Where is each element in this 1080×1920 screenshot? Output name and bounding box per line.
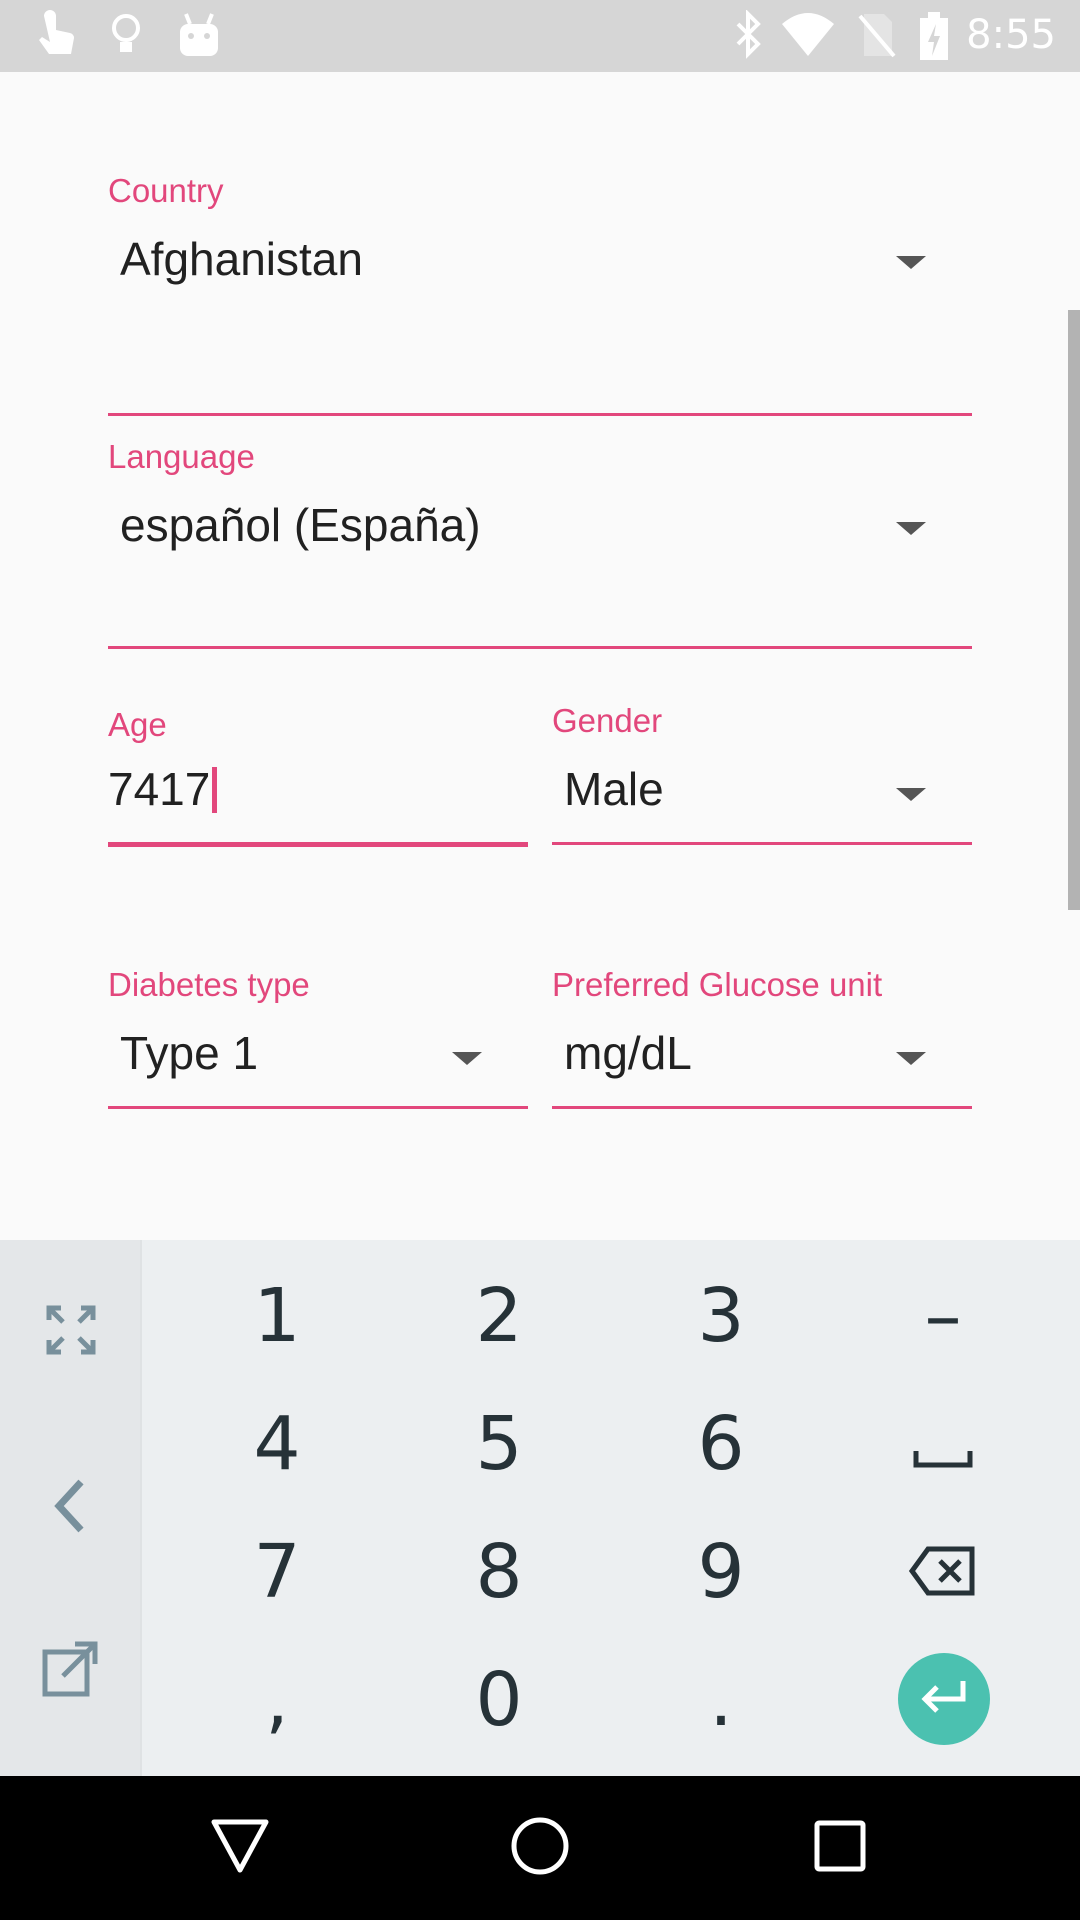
key-5[interactable]: 5	[388, 1380, 610, 1508]
key-0[interactable]: 0	[388, 1636, 610, 1764]
navigation-bar	[0, 1776, 1080, 1920]
fullscreen-icon	[45, 1304, 97, 1361]
chevron-down-icon	[452, 1052, 482, 1065]
key-6[interactable]: 6	[610, 1380, 832, 1508]
lightbulb-icon	[106, 10, 146, 65]
open-external-button[interactable]	[0, 1606, 142, 1734]
age-underline	[108, 842, 528, 847]
enter-button[interactable]	[898, 1653, 990, 1745]
clock: 8:55	[966, 12, 1056, 58]
numeric-keyboard: 1 2 3 – 4 5 6 7 8 9 , 0 .	[0, 1240, 1080, 1776]
glucose-unit-label: Preferred Glucose unit	[552, 966, 883, 1003]
glucose-unit-value: mg/dL	[564, 1027, 692, 1079]
country-label: Country	[108, 172, 224, 209]
keyboard-back-button[interactable]	[0, 1444, 142, 1572]
chevron-down-icon	[896, 522, 926, 535]
android-icon	[176, 10, 222, 65]
nav-home-button[interactable]	[500, 1808, 580, 1888]
country-underline	[108, 413, 972, 416]
touch-app-icon	[30, 10, 80, 65]
age-value: 7417	[108, 763, 211, 815]
key-8[interactable]: 8	[388, 1508, 610, 1636]
diabetes-type-value: Type 1	[120, 1027, 259, 1079]
nav-back-button[interactable]	[200, 1808, 280, 1888]
space-icon	[912, 1401, 974, 1487]
key-space[interactable]	[832, 1380, 1054, 1508]
back-arrow-icon	[51, 1478, 91, 1539]
age-input-text[interactable]: 7417	[108, 762, 218, 816]
age-label: Age	[108, 706, 167, 743]
gender-underline	[552, 842, 972, 845]
key-4[interactable]: 4	[166, 1380, 388, 1508]
open-external-icon	[41, 1638, 101, 1703]
chevron-down-icon	[896, 788, 926, 801]
back-triangle-icon	[210, 1818, 270, 1879]
app-screen: 8:55 Country Afghanistan Language españo…	[0, 0, 1080, 1920]
gender-value: Male	[564, 763, 664, 815]
battery-charging-icon	[918, 10, 950, 67]
key-9[interactable]: 9	[610, 1508, 832, 1636]
country-value: Afghanistan	[120, 233, 363, 285]
chevron-down-icon	[896, 1052, 926, 1065]
enter-icon	[919, 1679, 969, 1720]
profile-form: Country Afghanistan Language español (Es…	[0, 72, 1080, 1240]
gender-dropdown[interactable]: Gender Male	[552, 702, 972, 845]
key-2[interactable]: 2	[388, 1252, 610, 1380]
key-backspace[interactable]	[832, 1508, 1054, 1636]
status-bar: 8:55	[0, 0, 1080, 72]
language-dropdown[interactable]: Language español (España)	[108, 438, 972, 649]
no-sim-icon	[856, 10, 896, 65]
language-label: Language	[108, 438, 255, 475]
nav-recents-button[interactable]	[800, 1808, 880, 1888]
key-3[interactable]: 3	[610, 1252, 832, 1380]
fullscreen-button[interactable]	[0, 1268, 142, 1396]
key-minus[interactable]: –	[832, 1252, 1054, 1380]
keyboard-side-panel	[0, 1240, 142, 1776]
key-7[interactable]: 7	[166, 1508, 388, 1636]
recents-square-icon	[813, 1819, 867, 1878]
language-underline	[108, 646, 972, 649]
bluetooth-icon	[728, 9, 768, 65]
text-cursor	[212, 767, 218, 813]
key-comma[interactable]: ,	[166, 1636, 388, 1764]
key-period[interactable]: .	[610, 1636, 832, 1764]
wifi-icon	[780, 10, 836, 65]
glucose-unit-underline	[552, 1106, 972, 1109]
home-circle-icon	[510, 1816, 570, 1881]
diabetes-type-dropdown[interactable]: Diabetes type Type 1	[108, 966, 528, 1109]
chevron-down-icon	[896, 256, 926, 269]
glucose-unit-dropdown[interactable]: Preferred Glucose unit mg/dL	[552, 966, 972, 1109]
language-value: español (España)	[120, 499, 481, 551]
scrollbar[interactable]	[1068, 310, 1080, 910]
gender-label: Gender	[552, 702, 663, 739]
age-input[interactable]: Age 7417	[108, 706, 528, 848]
key-1[interactable]: 1	[166, 1252, 388, 1380]
diabetes-type-label: Diabetes type	[108, 966, 310, 1003]
diabetes-type-underline	[108, 1106, 528, 1109]
country-dropdown[interactable]: Country Afghanistan	[108, 172, 972, 416]
backspace-icon	[908, 1529, 978, 1615]
